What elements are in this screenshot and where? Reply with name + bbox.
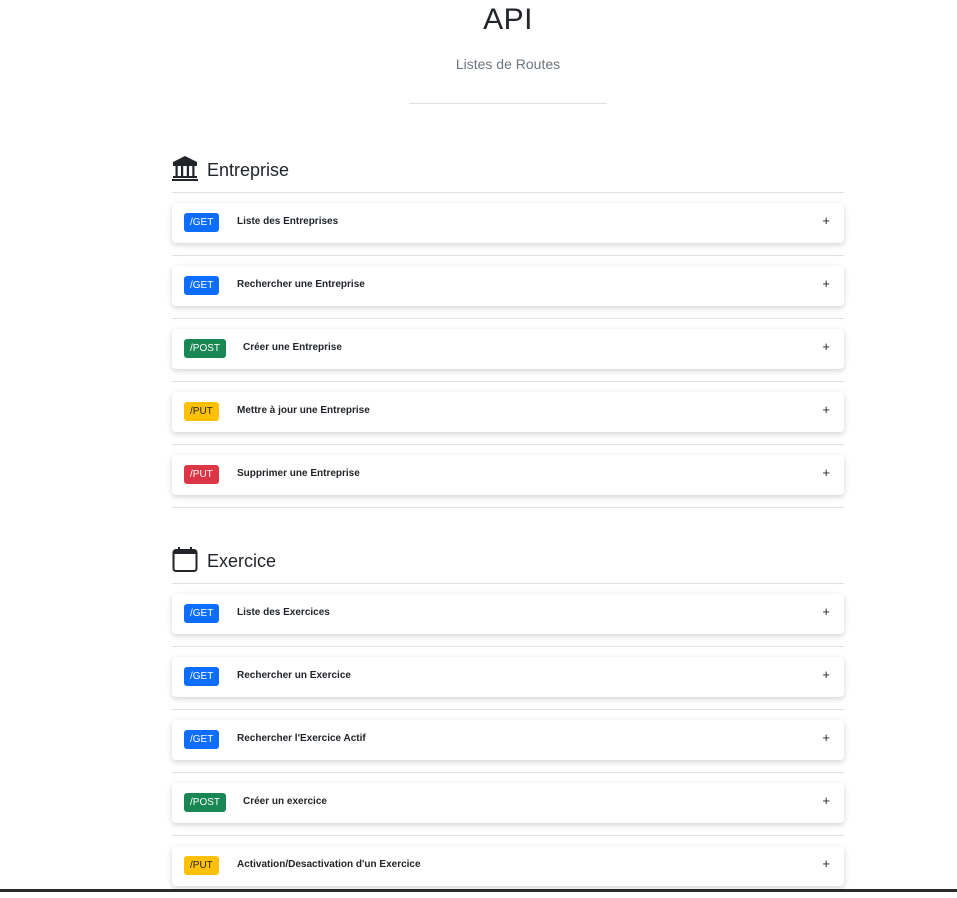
method-badge: /PUT <box>184 402 219 421</box>
route-row: /GET Liste des Entreprises + <box>172 193 844 256</box>
route-row: /PUT Mettre à jour une Entreprise + <box>172 382 844 445</box>
route-card[interactable]: /GET Liste des Exercices + <box>172 594 844 634</box>
route-label: Rechercher une Entreprise <box>237 279 365 290</box>
section-header: Exercice <box>172 545 844 584</box>
route-card[interactable]: /PUT Mettre à jour une Entreprise + <box>172 392 844 432</box>
route-row: /GET Rechercher un Exercice + <box>172 647 844 710</box>
method-badge: /GET <box>184 213 220 232</box>
expand-icon[interactable]: + <box>822 793 830 808</box>
route-row: /PUT Supprimer une Entreprise + <box>172 445 844 508</box>
route-label: Rechercher l'Exercice Actif <box>237 733 366 744</box>
route-label: Activation/Desactivation d'un Exercice <box>237 859 421 870</box>
route-card[interactable]: /POST Créer un exercice + <box>172 783 844 823</box>
expand-icon[interactable]: + <box>822 402 830 417</box>
route-card[interactable]: /PUT Activation/Desactivation d'un Exerc… <box>172 846 844 886</box>
method-badge: /PUT <box>184 856 219 875</box>
expand-icon[interactable]: + <box>822 667 830 682</box>
route-label: Liste des Entreprises <box>237 216 339 227</box>
page-title: API <box>483 3 533 36</box>
expand-icon[interactable]: + <box>822 339 830 354</box>
section-header: Entreprise <box>172 154 844 193</box>
method-badge: /GET <box>184 276 220 295</box>
route-row: /GET Rechercher l'Exercice Actif + <box>172 710 844 773</box>
page-subtitle: Listes de Routes <box>455 56 561 72</box>
section-exercice: Exercice /GET Liste des Exercices + /GET… <box>172 545 844 898</box>
bank-icon <box>172 154 198 182</box>
method-badge: /GET <box>184 604 220 623</box>
expand-icon[interactable]: + <box>822 856 830 871</box>
section-title: Entreprise <box>207 160 290 180</box>
route-label: Mettre à jour une Entreprise <box>237 405 370 416</box>
expand-icon[interactable]: + <box>822 465 830 480</box>
route-card[interactable]: /POST Créer une Entreprise + <box>172 329 844 369</box>
route-row: /GET Rechercher une Entreprise + <box>172 256 844 319</box>
expand-icon[interactable]: + <box>822 276 830 291</box>
header-divider <box>409 103 607 104</box>
method-badge: /GET <box>184 667 220 686</box>
expand-icon[interactable]: + <box>822 604 830 619</box>
route-label: Liste des Exercices <box>237 607 330 618</box>
route-label: Créer un exercice <box>243 796 327 807</box>
method-badge: /PUT <box>184 465 219 484</box>
route-card[interactable]: /GET Rechercher un Exercice + <box>172 657 844 697</box>
route-row: /GET Liste des Exercices + <box>172 584 844 647</box>
route-card[interactable]: /GET Rechercher l'Exercice Actif + <box>172 720 844 760</box>
route-card[interactable]: /PUT Supprimer une Entreprise + <box>172 455 844 495</box>
route-row: /POST Créer un exercice + <box>172 773 844 836</box>
route-label: Supprimer une Entreprise <box>237 468 360 479</box>
section-entreprise: Entreprise /GET Liste des Entreprises + … <box>172 154 844 508</box>
section-title: Exercice <box>207 551 277 571</box>
method-badge: /POST <box>184 339 227 358</box>
method-badge: /GET <box>184 730 220 749</box>
route-row: /POST Créer une Entreprise + <box>172 319 844 382</box>
route-label: Rechercher un Exercice <box>237 670 351 681</box>
route-card[interactable]: /GET Liste des Entreprises + <box>172 203 844 243</box>
calendar-icon <box>172 545 198 573</box>
expand-icon[interactable]: + <box>822 730 830 745</box>
method-badge: /POST <box>184 793 227 812</box>
expand-icon[interactable]: + <box>822 213 830 228</box>
route-card[interactable]: /GET Rechercher une Entreprise + <box>172 266 844 306</box>
route-label: Créer une Entreprise <box>243 342 342 353</box>
